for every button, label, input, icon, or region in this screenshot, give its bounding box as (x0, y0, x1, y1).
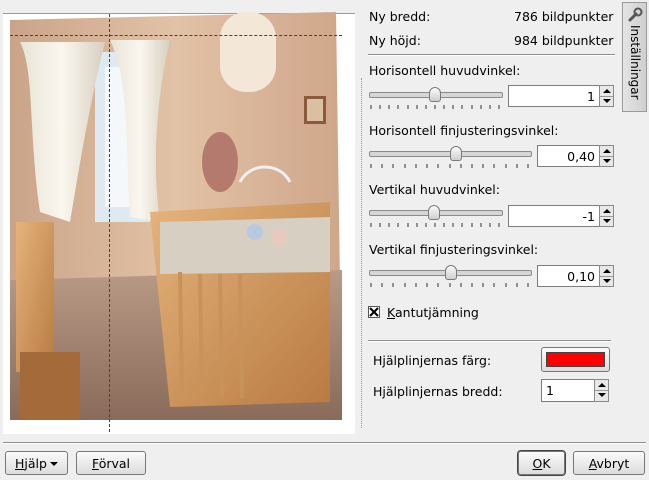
vertical-main-angle-handle[interactable] (427, 205, 440, 220)
preview-image[interactable] (10, 12, 342, 420)
vertical-main-angle-spinner[interactable] (599, 205, 614, 227)
cancel-button[interactable]: Avbryt (573, 451, 645, 475)
new-width-value: 786 bildpunkter (514, 9, 614, 24)
spin-down-icon[interactable] (600, 276, 613, 286)
vertical-main-angle-label: Vertikal huvudvinkel: (369, 182, 500, 197)
horizontal-fine-angle-ticks (370, 164, 529, 168)
spin-down-icon[interactable] (600, 156, 613, 166)
horizontal-main-angle-ticks (370, 105, 500, 109)
horizontal-fine-angle-spinner[interactable] (599, 145, 614, 167)
help-button-label: Hjälp (15, 455, 47, 471)
bottom-separator (3, 442, 646, 444)
ok-button[interactable]: OK (518, 451, 565, 475)
settings-tab-label: Inställningar (628, 25, 642, 100)
vertical-fine-angle-value: 0,10 (567, 269, 595, 284)
vertical-fine-angle-ticks (370, 283, 529, 287)
horizontal-fine-angle-value: 0,40 (567, 149, 595, 164)
spin-down-icon[interactable] (595, 390, 608, 400)
guide-width-label: Hjälplinjernas bredd: (373, 384, 503, 399)
antialias-checkbox[interactable] (368, 306, 380, 318)
guide-line-horizontal (10, 35, 342, 36)
new-height-value: 984 bildpunkter (514, 33, 614, 48)
wrench-icon (628, 7, 643, 22)
vertical-fine-angle-handle[interactable] (445, 265, 458, 280)
panel-divider (361, 78, 362, 428)
ok-button-label: OK (532, 455, 551, 471)
antialias-label[interactable]: Kantutjämning (387, 305, 479, 320)
horizontal-fine-angle-handle[interactable] (449, 146, 462, 161)
guide-separator (368, 340, 611, 342)
guide-color-button[interactable] (541, 347, 610, 372)
guide-color-swatch (546, 352, 605, 367)
defaults-button-label: Förval (91, 455, 131, 471)
guide-width-value: 1 (546, 383, 554, 398)
new-width-label: Ny bredd: (369, 9, 431, 24)
settings-tab[interactable]: Inställningar (622, 2, 647, 112)
defaults-button[interactable]: Förval (76, 451, 146, 475)
spin-down-icon[interactable] (600, 216, 613, 226)
horizontal-main-angle-handle[interactable] (429, 87, 441, 102)
cancel-button-label: Avbryt (588, 455, 630, 471)
vertical-main-angle-input[interactable]: -1 (508, 205, 600, 227)
guide-width-spinner[interactable] (594, 379, 609, 402)
horizontal-main-angle-spinner[interactable] (599, 85, 614, 107)
spin-down-icon[interactable] (600, 96, 613, 106)
help-button[interactable]: Hjälp (5, 451, 68, 475)
dropdown-arrow-icon (49, 456, 58, 471)
horizontal-fine-angle-label: Horisontell finjusteringsvinkel: (369, 123, 559, 138)
horizontal-main-angle-value: 1 (587, 89, 595, 104)
horizontal-fine-angle-input[interactable]: 0,40 (537, 145, 600, 167)
horizontal-main-angle-label: Horisontell huvudvinkel: (369, 63, 521, 78)
checkmark-icon (369, 307, 379, 317)
horizontal-main-angle-input[interactable]: 1 (508, 85, 600, 107)
info-separator (368, 54, 615, 56)
guide-width-input[interactable]: 1 (541, 379, 595, 402)
vertical-fine-angle-input[interactable]: 0,10 (537, 265, 600, 287)
vertical-fine-angle-spinner[interactable] (599, 265, 614, 287)
guide-color-label: Hjälplinjernas färg: (373, 353, 492, 368)
vertical-fine-angle-label: Vertikal finjusteringsvinkel: (369, 242, 539, 257)
guide-line-vertical (109, 14, 110, 432)
vertical-main-angle-ticks (370, 223, 500, 227)
new-height-label: Ny höjd: (369, 33, 421, 48)
vertical-main-angle-value: -1 (582, 209, 595, 224)
